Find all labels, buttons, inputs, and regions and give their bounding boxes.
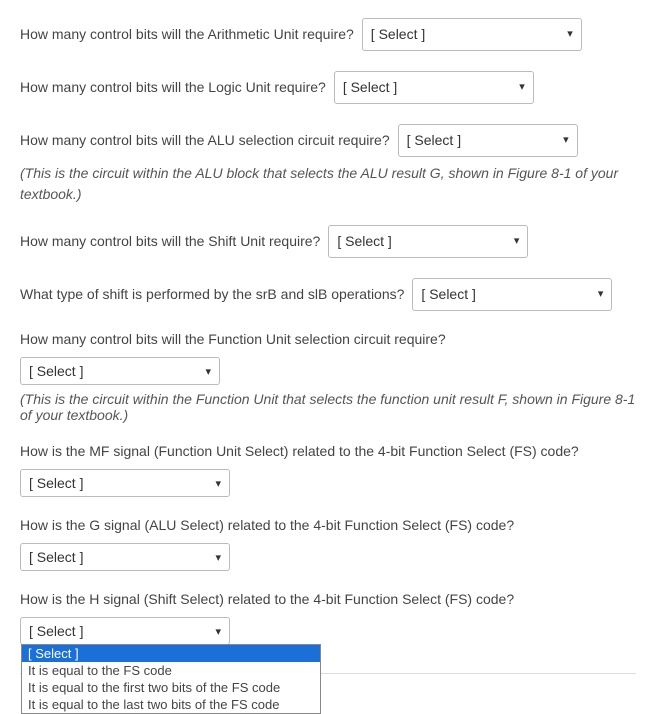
chevron-down-icon: ▾ xyxy=(567,26,573,43)
select-alu-selection[interactable]: [ Select ] ▾ xyxy=(398,124,578,157)
question-text: How many control bits will the Function … xyxy=(20,331,636,347)
select-placeholder: [ Select ] xyxy=(407,130,461,151)
question-text: How is the MF signal (Function Unit Sele… xyxy=(20,443,636,459)
chevron-down-icon: ▾ xyxy=(205,365,211,378)
select-mf-signal[interactable]: [ Select ] ▾ xyxy=(20,469,230,497)
select-placeholder: [ Select ] xyxy=(371,24,425,45)
dropdown-option[interactable]: [ Select ] xyxy=(22,645,320,662)
question-function-unit-selection: How many control bits will the Function … xyxy=(20,331,636,423)
select-h-signal[interactable]: [ Select ] ▾ [ Select ] It is equal to t… xyxy=(20,617,230,645)
question-text: How many control bits will the Logic Uni… xyxy=(20,77,326,98)
select-placeholder: [ Select ] xyxy=(421,284,475,305)
question-alu-selection: How many control bits will the ALU selec… xyxy=(20,124,636,205)
select-placeholder: [ Select ] xyxy=(29,475,83,491)
chevron-down-icon: ▾ xyxy=(215,477,221,490)
question-g-signal: How is the G signal (ALU Select) related… xyxy=(20,517,636,571)
dropdown-option[interactable]: It is equal to the FS code xyxy=(22,662,320,679)
select-placeholder: [ Select ] xyxy=(29,549,83,565)
select-shift-type[interactable]: [ Select ] ▾ xyxy=(412,278,612,311)
select-function-unit-selection[interactable]: [ Select ] ▾ xyxy=(20,357,220,385)
chevron-down-icon: ▾ xyxy=(215,551,221,564)
select-h-signal-dropdown: [ Select ] It is equal to the FS code It… xyxy=(21,644,321,714)
question-h-signal: How is the H signal (Shift Select) relat… xyxy=(20,591,636,645)
select-g-signal[interactable]: [ Select ] ▾ xyxy=(20,543,230,571)
chevron-down-icon: ▾ xyxy=(514,233,520,250)
dropdown-option[interactable]: It is equal to the first two bits of the… xyxy=(22,679,320,696)
question-arithmetic-unit: How many control bits will the Arithmeti… xyxy=(20,18,636,51)
chevron-down-icon: ▾ xyxy=(215,625,221,638)
select-shift-unit[interactable]: [ Select ] ▾ xyxy=(328,225,528,258)
question-text: How is the H signal (Shift Select) relat… xyxy=(20,591,636,607)
question-shift-unit: How many control bits will the Shift Uni… xyxy=(20,225,636,258)
chevron-down-icon: ▾ xyxy=(598,286,604,303)
select-placeholder: [ Select ] xyxy=(29,363,83,379)
select-placeholder: [ Select ] xyxy=(337,231,391,252)
chevron-down-icon: ▾ xyxy=(563,132,569,149)
question-hint: (This is the circuit within the ALU bloc… xyxy=(20,163,636,205)
select-arithmetic-unit[interactable]: [ Select ] ▾ xyxy=(362,18,582,51)
question-logic-unit: How many control bits will the Logic Uni… xyxy=(20,71,636,104)
select-logic-unit[interactable]: [ Select ] ▾ xyxy=(334,71,534,104)
question-text: How is the G signal (ALU Select) related… xyxy=(20,517,636,533)
chevron-down-icon: ▾ xyxy=(519,79,525,96)
question-shift-type: What type of shift is performed by the s… xyxy=(20,278,636,311)
dropdown-option[interactable]: It is equal to the last two bits of the … xyxy=(22,696,320,713)
question-text: How many control bits will the Arithmeti… xyxy=(20,24,354,45)
select-placeholder: [ Select ] xyxy=(29,623,83,639)
select-placeholder: [ Select ] xyxy=(343,77,397,98)
question-text: How many control bits will the ALU selec… xyxy=(20,130,390,151)
question-hint: (This is the circuit within the Function… xyxy=(20,391,636,423)
question-text: What type of shift is performed by the s… xyxy=(20,284,404,305)
question-text: How many control bits will the Shift Uni… xyxy=(20,231,320,252)
question-mf-signal: How is the MF signal (Function Unit Sele… xyxy=(20,443,636,497)
